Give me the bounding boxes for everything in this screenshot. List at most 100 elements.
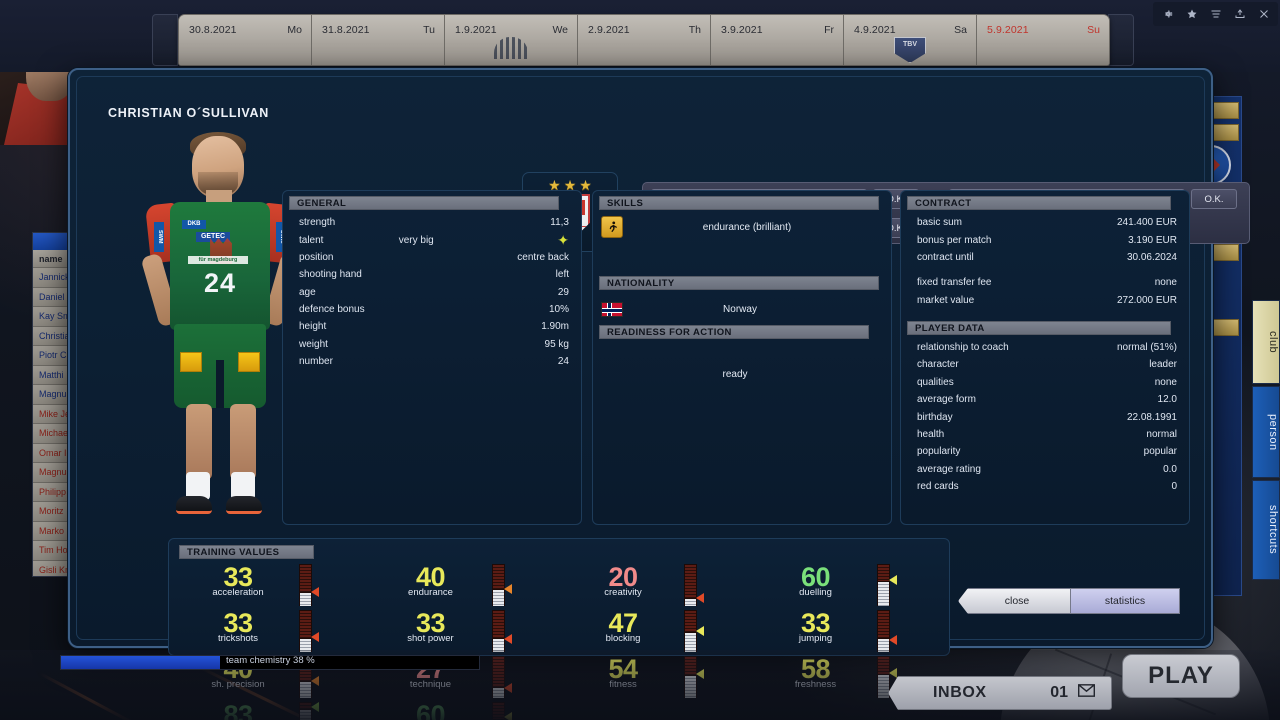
row-value: 241.400 EUR bbox=[1117, 215, 1177, 230]
row-label: position bbox=[299, 250, 333, 265]
bar-marker-icon bbox=[889, 575, 897, 585]
data-row: defence bonus10% bbox=[291, 301, 573, 318]
row-label: basic sum bbox=[917, 215, 962, 230]
statistics-button[interactable]: statistics bbox=[1070, 588, 1180, 614]
calendar-day[interactable]: 5.9.2021Su bbox=[977, 15, 1109, 65]
data-row: average form 12.0 bbox=[909, 391, 1181, 408]
calendar-day[interactable]: 1.9.2021We bbox=[445, 15, 578, 65]
side-tab-strip: club person shortcuts bbox=[1252, 300, 1280, 582]
training-value-label: endurance bbox=[372, 587, 490, 598]
row-label: average form bbox=[917, 392, 976, 407]
training-values-panel: TRAINING VALUES 33acceleration40enduranc… bbox=[168, 538, 950, 656]
row-value: normal (51%) bbox=[1117, 340, 1177, 355]
calendar-weekday: Fr bbox=[824, 24, 834, 36]
calendar-day[interactable]: 2.9.2021Th bbox=[578, 15, 711, 65]
row-value: centre back bbox=[509, 250, 569, 265]
close-button[interactable]: close bbox=[958, 588, 1076, 614]
training-value-text: 33jumping bbox=[757, 609, 875, 644]
training-value-text: 60duelling bbox=[757, 563, 875, 598]
row-value: 24 bbox=[509, 354, 569, 369]
bar-marker-icon bbox=[311, 587, 319, 597]
window-controls bbox=[1153, 2, 1278, 26]
data-row: market value272.000 EUR bbox=[909, 292, 1181, 309]
training-value-bar[interactable] bbox=[492, 564, 508, 606]
training-value-bar[interactable] bbox=[299, 610, 315, 652]
calendar-strip[interactable]: 30.8.2021Mo31.8.2021Tu1.9.2021We2.9.2021… bbox=[178, 14, 1110, 66]
contract-title: CONTRACT bbox=[907, 196, 1171, 210]
row-label: qualities bbox=[917, 375, 954, 390]
skills-panel: SKILLS endurance (brilliant) NATIONALITY… bbox=[592, 190, 892, 525]
match-badge-icon bbox=[491, 37, 531, 66]
row-label: fixed transfer fee bbox=[917, 275, 991, 290]
data-row: healthnormal bbox=[909, 426, 1181, 443]
sidebar-item-shortcuts[interactable]: shortcuts bbox=[1252, 480, 1280, 580]
gear-icon[interactable] bbox=[1156, 4, 1179, 24]
training-value-label: blocking bbox=[564, 633, 682, 644]
training-value-label: shot power bbox=[372, 633, 490, 644]
skills-title: SKILLS bbox=[599, 196, 879, 210]
calendar-scroll-left[interactable] bbox=[152, 14, 178, 66]
row-label: strength bbox=[299, 215, 335, 230]
row-value: 1.90m bbox=[509, 319, 569, 334]
calendar-day[interactable]: 31.8.2021Tu bbox=[312, 15, 445, 65]
norway-flag-icon bbox=[601, 302, 623, 317]
calendar-date: 2.9.2021 bbox=[588, 24, 702, 36]
training-value-label: creativity bbox=[564, 587, 682, 598]
play-button[interactable]: PLAY bbox=[1122, 654, 1240, 698]
bar-marker-icon bbox=[696, 593, 704, 603]
training-value-bar[interactable] bbox=[684, 610, 700, 652]
training-value-bar[interactable] bbox=[877, 610, 893, 652]
row-value: none bbox=[1117, 375, 1177, 390]
row-value: leader bbox=[1117, 357, 1177, 372]
training-value-text: 20creativity bbox=[564, 563, 682, 598]
game-screen: m name JannickDanielKay SmChristiaPiotr … bbox=[0, 0, 1280, 720]
training-value-bar[interactable] bbox=[299, 564, 315, 606]
calendar-date: 5.9.2021 bbox=[987, 24, 1101, 36]
player-data-rows: relationship to coachnormal (51%)charact… bbox=[901, 339, 1189, 495]
training-value-item: 33shot power bbox=[372, 609, 559, 655]
data-row: talentvery big✦ bbox=[291, 231, 573, 248]
contract-rows: basic sum241.400 EURbonus per match3.190… bbox=[901, 214, 1189, 309]
training-value-item: 60duelling bbox=[757, 563, 944, 609]
player-data-title: PLAYER DATA bbox=[907, 321, 1171, 335]
sidebar-item-person[interactable]: person bbox=[1252, 386, 1280, 478]
calendar-weekday: Tu bbox=[423, 24, 435, 36]
training-value-bar[interactable] bbox=[492, 610, 508, 652]
calendar-weekday: We bbox=[552, 24, 568, 36]
data-row: relationship to coachnormal (51%) bbox=[909, 339, 1181, 356]
calendar-day[interactable]: 3.9.2021Fr bbox=[711, 15, 844, 65]
star-icon[interactable] bbox=[1180, 4, 1203, 24]
sponsor-dkb: DKB bbox=[182, 220, 206, 229]
top-bar: 30.8.2021Mo31.8.2021Tu1.9.2021We2.9.2021… bbox=[0, 0, 1280, 72]
row-label: average rating bbox=[917, 462, 981, 477]
data-row: number 24 bbox=[291, 353, 573, 370]
contract-player-data-panel: CONTRACT basic sum241.400 EURbonus per m… bbox=[900, 190, 1190, 525]
data-row: qualities none bbox=[909, 374, 1181, 391]
list-icon[interactable] bbox=[1204, 4, 1227, 24]
data-row: shooting handleft bbox=[291, 266, 573, 283]
sidebar-item-club[interactable]: club bbox=[1252, 300, 1280, 384]
training-value-item: 20creativity bbox=[564, 563, 751, 609]
row-label: number bbox=[299, 354, 333, 369]
data-row: strength11,3 bbox=[291, 214, 573, 231]
row-value: 12.0 bbox=[1117, 392, 1177, 407]
calendar-day[interactable]: 30.8.2021Mo bbox=[179, 15, 312, 65]
bar-marker-icon bbox=[504, 584, 512, 594]
training-value-item: 33trickshots bbox=[179, 609, 366, 655]
close-icon[interactable] bbox=[1252, 4, 1275, 24]
training-values-title: TRAINING VALUES bbox=[179, 545, 314, 559]
data-row: position centre back bbox=[291, 249, 573, 266]
save-icon[interactable] bbox=[1228, 4, 1251, 24]
calendar-day[interactable]: 4.9.2021SaTBV bbox=[844, 15, 977, 65]
training-value-bar[interactable] bbox=[684, 564, 700, 606]
row-value: 29 bbox=[509, 285, 569, 300]
bar-marker-icon bbox=[311, 632, 319, 642]
training-value-bar[interactable] bbox=[877, 564, 893, 606]
training-value-text: 33shot power bbox=[372, 609, 490, 644]
inbox-button[interactable]: INBOX 01 bbox=[888, 676, 1112, 710]
row-value: popular bbox=[1117, 444, 1177, 459]
row-label: height bbox=[299, 319, 326, 334]
calendar-scroll-right[interactable] bbox=[1108, 14, 1134, 66]
calendar-date: 4.9.2021 bbox=[854, 24, 968, 36]
always-select-ok-button[interactable]: O.K. bbox=[1191, 189, 1237, 209]
